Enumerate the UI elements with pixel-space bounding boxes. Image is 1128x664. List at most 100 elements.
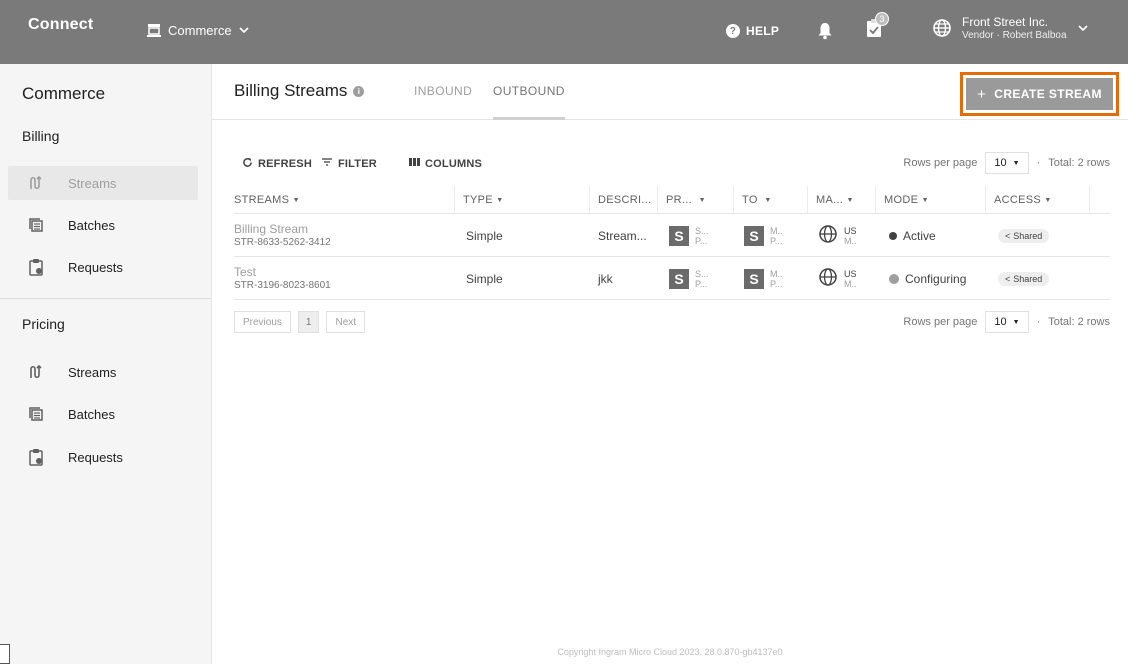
- filter-button[interactable]: FILTER: [321, 157, 377, 170]
- column-header-mode[interactable]: MODE ▼: [875, 186, 985, 214]
- bell-icon: [817, 23, 833, 43]
- ma-cell: US M..: [818, 214, 857, 257]
- rows-per-page-label: Rows per page: [903, 157, 978, 169]
- column-header-streams[interactable]: STREAMS ▼: [234, 186, 454, 214]
- filter-icon: [321, 157, 333, 170]
- notifications-button[interactable]: [817, 22, 833, 43]
- account-switcher[interactable]: Front Street Inc. Vendor · Robert Balboa: [932, 15, 1089, 43]
- page-title: Billing Streams i: [234, 81, 365, 101]
- mode-cell: Active: [889, 214, 936, 257]
- stream-id: STR-3196-8023-8601: [234, 280, 331, 291]
- sidebar-item-pricing-streams[interactable]: Streams: [8, 355, 198, 389]
- edge-fragment: [0, 644, 10, 664]
- page-title-text: Billing Streams: [234, 81, 348, 100]
- column-header-description[interactable]: DESCRI...: [589, 186, 657, 214]
- columns-button[interactable]: COLUMNS: [409, 157, 482, 170]
- share-icon: <: [1005, 273, 1011, 284]
- tab-inbound[interactable]: INBOUND: [414, 84, 472, 98]
- sidebar-item-label: Requests: [68, 449, 123, 465]
- pr-line2: P...: [695, 235, 708, 246]
- help-button[interactable]: ? HELP: [726, 24, 779, 38]
- tasks-count-badge: 3: [875, 12, 889, 26]
- sidebar-section-billing: Billing: [22, 128, 60, 144]
- streams-icon: [28, 175, 52, 191]
- pr-avatar: S: [669, 268, 689, 289]
- column-header-ma[interactable]: MA... ▼: [807, 186, 875, 214]
- footer-copyright: Copyright Ingram Micro Cloud 2023. 28.0.…: [557, 647, 783, 657]
- refresh-button[interactable]: REFRESH: [242, 157, 312, 171]
- sort-icon: ▼: [764, 196, 772, 204]
- sidebar-item-label: Batches: [68, 406, 115, 422]
- description-cell: Stream...: [598, 228, 647, 243]
- info-icon[interactable]: i: [353, 85, 365, 97]
- pr-cell: S S... P...: [669, 214, 709, 257]
- rows-per-page-select[interactable]: 10 ▼: [985, 152, 1029, 174]
- stream-name-link[interactable]: Billing Stream: [234, 222, 331, 236]
- sort-icon: ▼: [1044, 196, 1052, 204]
- column-header-to[interactable]: TO ▼: [733, 186, 807, 214]
- status-dot-icon: [889, 231, 897, 240]
- account-name: Front Street Inc.: [962, 15, 1049, 29]
- next-page-button[interactable]: Next: [326, 311, 366, 333]
- sidebar-item-billing-streams[interactable]: Streams: [8, 166, 198, 200]
- rows-per-page-top: Rows per page 10 ▼ · Total: 2 rows: [903, 152, 1110, 174]
- plus-icon: +: [977, 85, 987, 103]
- module-switcher[interactable]: Commerce: [146, 22, 250, 38]
- separator-dot: ·: [1036, 157, 1041, 169]
- main-content: Billing Streams i INBOUND OUTBOUND + CRE…: [212, 64, 1128, 664]
- module-name: Commerce: [168, 22, 232, 38]
- page-number-button[interactable]: 1: [297, 311, 320, 333]
- ma-line2: M..: [844, 278, 857, 289]
- to-line2: P...: [770, 235, 783, 246]
- account-user: Vendor · Robert Balboa: [962, 30, 1067, 41]
- active-tab-indicator: [493, 117, 565, 120]
- previous-page-button[interactable]: Previous: [234, 311, 291, 333]
- column-header-label: PR...: [666, 194, 692, 206]
- sidebar-section-pricing: Pricing: [22, 316, 65, 332]
- shared-label: Shared: [1013, 230, 1043, 241]
- shared-badge: < Shared: [998, 271, 1050, 286]
- shared-label: Shared: [1013, 273, 1043, 284]
- columns-icon: [409, 157, 420, 170]
- chevron-down-icon: [238, 24, 250, 36]
- brand-logo[interactable]: Connect: [28, 16, 93, 34]
- pagination: Previous 1 Next: [234, 311, 366, 333]
- sidebar-title: Commerce: [22, 84, 106, 103]
- configuring-status-icon: [889, 273, 899, 284]
- filter-label: FILTER: [338, 157, 377, 170]
- tasks-button[interactable]: 3: [865, 12, 889, 41]
- column-header-access[interactable]: ACCESS ▼: [985, 186, 1090, 214]
- sidebar-item-label: Streams: [68, 175, 117, 191]
- batches-icon: [28, 217, 52, 233]
- column-header-label: TYPE: [463, 194, 493, 206]
- to-line2: P...: [770, 278, 783, 289]
- pr-cell: S S... P...: [669, 257, 709, 300]
- column-header-type[interactable]: TYPE ▼: [454, 186, 589, 214]
- column-header-pr[interactable]: PR... ▼: [657, 186, 733, 214]
- column-header-label: MODE: [884, 194, 919, 206]
- separator-dot: ·: [1036, 316, 1041, 328]
- sort-icon: ▼: [292, 196, 300, 204]
- stream-name-link[interactable]: Test: [234, 265, 331, 279]
- sidebar-divider: [0, 298, 211, 299]
- mode-text: Configuring: [905, 271, 967, 286]
- table-row[interactable]: Test STR-3196-8023-8601 Simple jkk S S..…: [234, 257, 1110, 300]
- sidebar-item-pricing-requests[interactable]: Requests: [8, 440, 198, 474]
- sidebar-item-billing-batches[interactable]: Batches: [8, 208, 198, 242]
- page-header: Billing Streams i INBOUND OUTBOUND + CRE…: [212, 64, 1128, 120]
- sidebar-item-pricing-batches[interactable]: Batches: [8, 397, 198, 431]
- help-icon: ?: [726, 24, 740, 38]
- rows-per-page-label: Rows per page: [903, 316, 978, 328]
- stream-id: STR-8633-5262-3412: [234, 237, 331, 248]
- tab-outbound[interactable]: OUTBOUND: [493, 84, 565, 98]
- create-stream-button[interactable]: + CREATE STREAM: [960, 72, 1119, 116]
- globe-icon: [818, 267, 838, 290]
- sort-icon: ▼: [846, 196, 854, 204]
- rows-per-page-bottom: Rows per page 10 ▼ · Total: 2 rows: [903, 311, 1110, 333]
- ma-line2: M..: [844, 235, 857, 246]
- rows-per-page-select[interactable]: 10 ▼: [985, 311, 1029, 333]
- sort-icon: ▼: [698, 196, 706, 204]
- shared-badge: < Shared: [998, 228, 1050, 243]
- sidebar-item-billing-requests[interactable]: Requests: [8, 250, 198, 284]
- table-row[interactable]: Billing Stream STR-8633-5262-3412 Simple…: [234, 214, 1110, 257]
